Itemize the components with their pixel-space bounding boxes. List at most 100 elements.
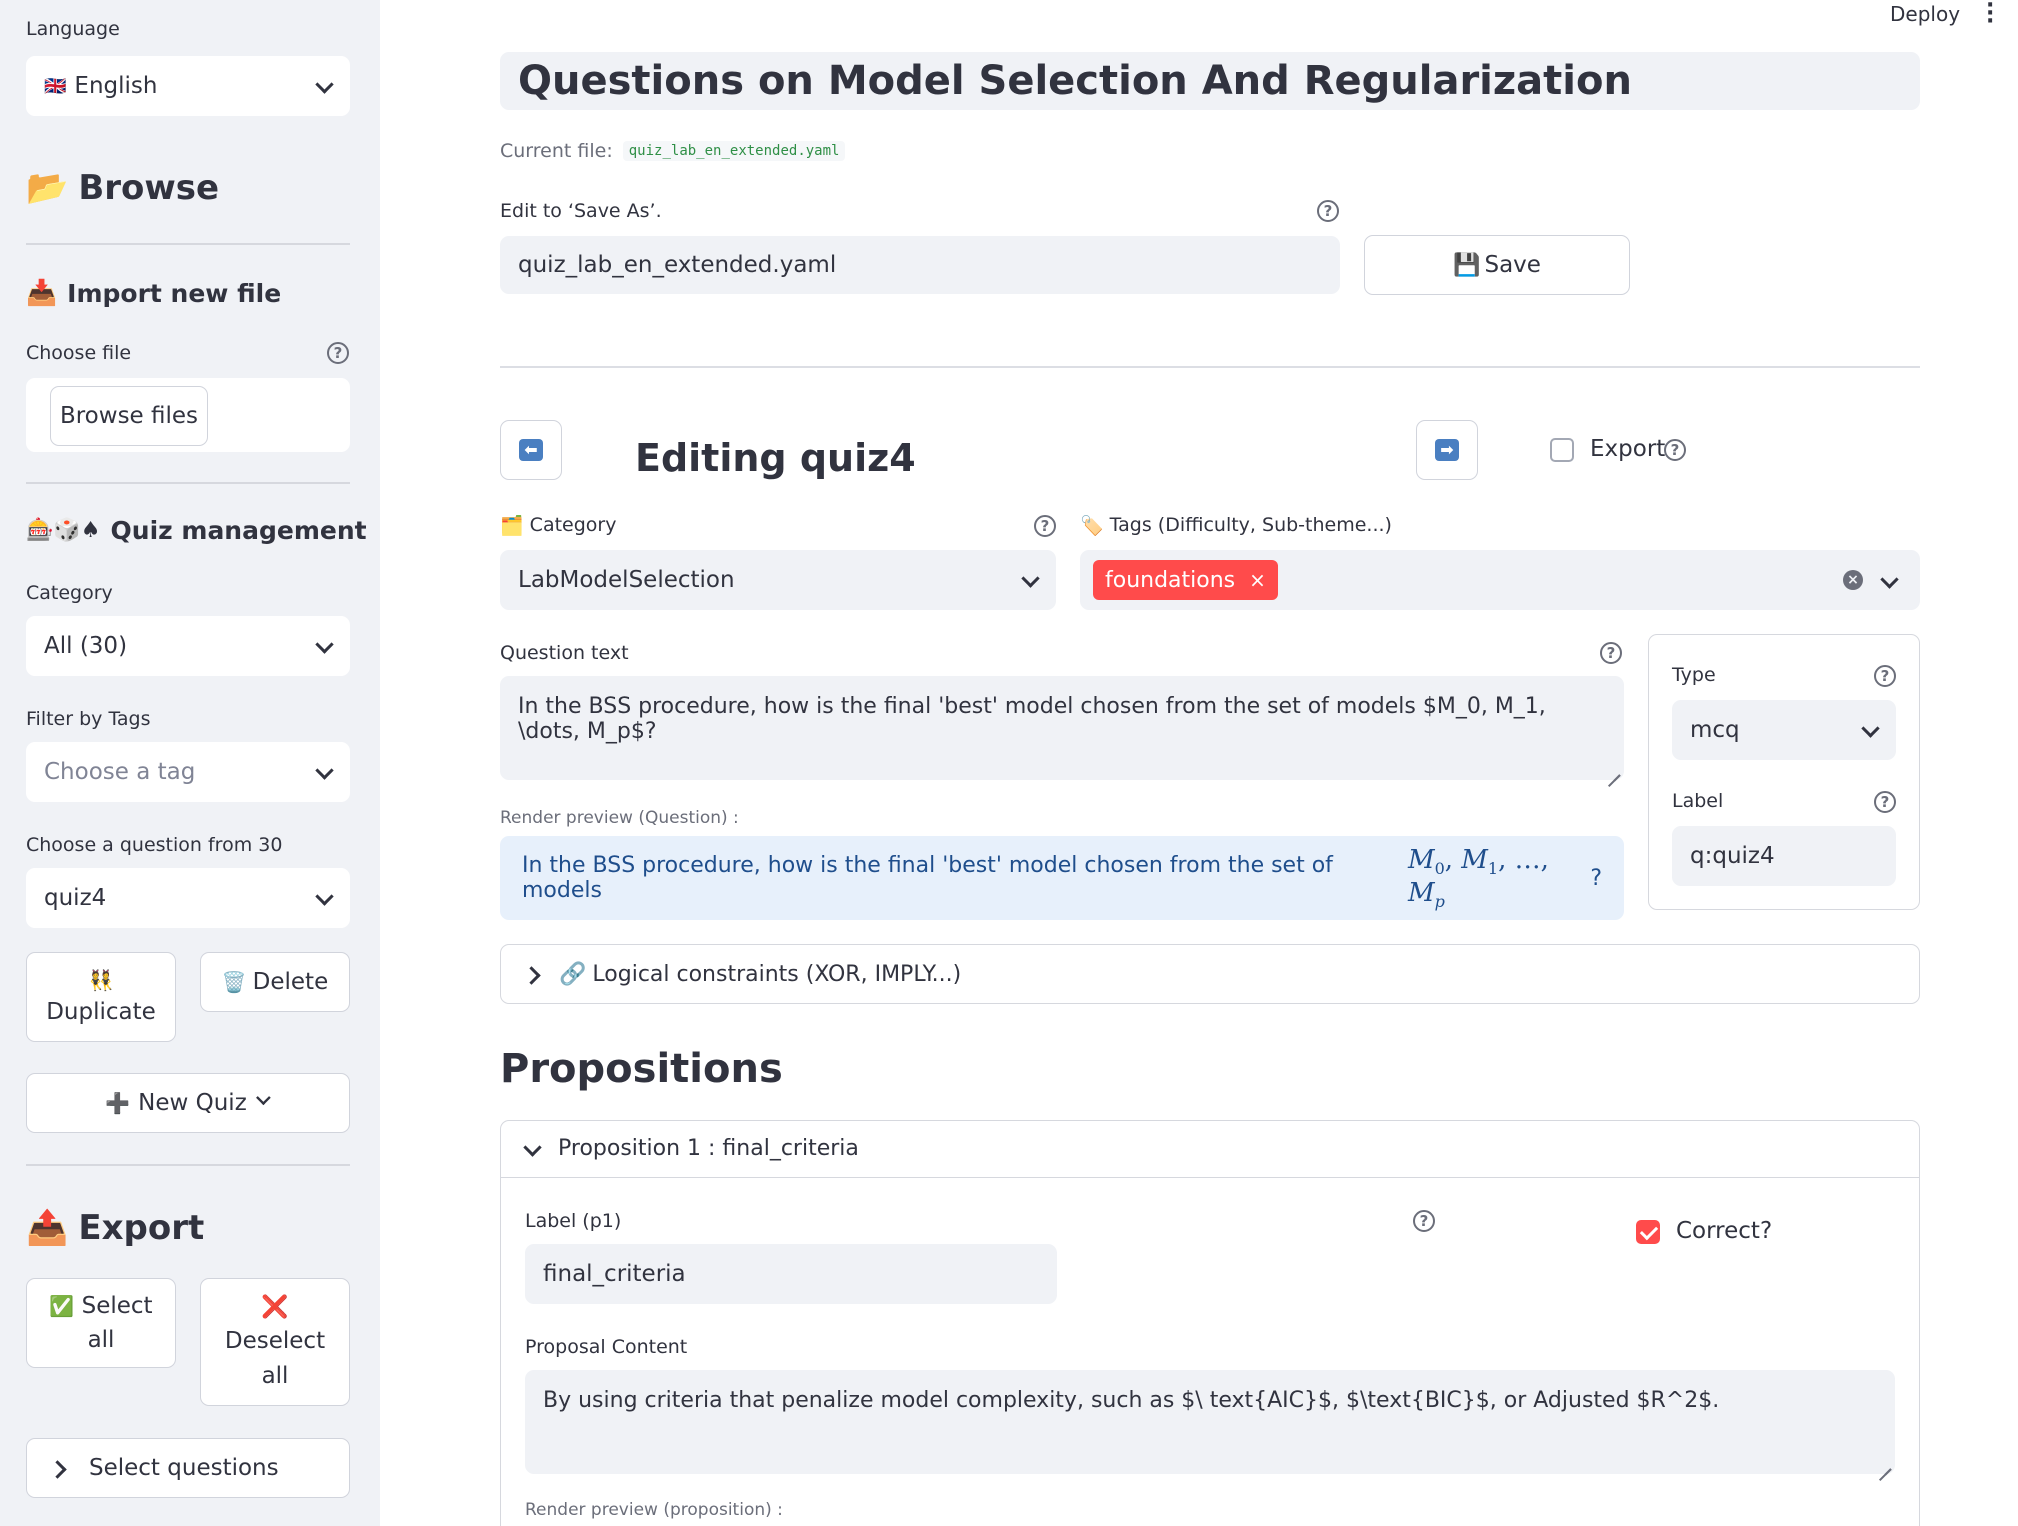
correct-checkbox[interactable] [1636, 1220, 1660, 1244]
uk-flag-icon: 🇬🇧 [44, 75, 67, 97]
category-label: Category [26, 582, 113, 604]
prop-label-label: Label (p1) [525, 1210, 622, 1232]
save-button[interactable]: 💾 Save [1364, 235, 1630, 295]
divider [26, 482, 350, 484]
chevron-down-icon [316, 890, 332, 906]
proposal-content-label: Proposal Content [525, 1336, 688, 1358]
browse-files-button[interactable]: Browse files [50, 386, 208, 446]
divider [26, 1164, 350, 1166]
deploy-button[interactable]: Deploy [1890, 2, 1960, 26]
chevron-down-icon [316, 764, 332, 780]
close-icon[interactable]: × [1249, 568, 1266, 592]
trash-icon: 🗑️ [221, 970, 247, 994]
question-text-area[interactable]: In the BSS procedure, how is the final '… [500, 676, 1624, 780]
save-as-label: Edit to ‘Save As’. [500, 200, 662, 222]
sidebar: Language 🇬🇧 English 📂 Browse 📥 Import ne… [0, 0, 380, 1526]
browse-heading: 📂 Browse [26, 168, 220, 208]
floppy-disk-icon: 💾 [1453, 252, 1481, 278]
main-content: Deploy · · · Questions on Model Selection … [380, 0, 2018, 1526]
more-menu-icon[interactable]: · · · [1986, 0, 1994, 33]
type-select[interactable]: mcq [1672, 700, 1896, 760]
help-icon[interactable]: ? [1600, 642, 1622, 664]
proposal-content-area[interactable]: By using criteria that penalize model co… [525, 1370, 1895, 1474]
chevron-down-icon [316, 638, 332, 654]
correct-label: Correct? [1676, 1218, 1773, 1244]
resize-handle-icon[interactable] [1877, 1456, 1891, 1470]
cross-mark-icon: ❌ [261, 1295, 289, 1320]
previous-button[interactable]: ⬅ [500, 420, 562, 480]
propositions-heading: Propositions [500, 1046, 783, 1092]
filter-tags-label: Filter by Tags [26, 708, 151, 730]
question-preview: In the BSS procedure, how is the final '… [500, 836, 1624, 920]
language-value: English [74, 73, 158, 99]
language-label: Language [26, 18, 120, 40]
arrow-left-icon: ⬅ [519, 439, 543, 461]
question-text-label: Question text [500, 642, 629, 664]
select-all-button[interactable]: ✅ Select all [26, 1278, 176, 1368]
next-button[interactable]: ➡ [1416, 420, 1478, 480]
help-icon[interactable]: ? [1664, 439, 1686, 461]
help-icon[interactable]: ? [1034, 515, 1056, 537]
proposition-1-header[interactable]: Proposition 1 : final_criteria [500, 1120, 1920, 1178]
chevron-down-icon [1862, 722, 1878, 738]
folder-icon: 📂 [26, 168, 69, 208]
outbox-tray-icon: 📤 [26, 1208, 69, 1248]
export-heading: 📤 Export [26, 1208, 205, 1248]
current-file-code: quiz_lab_en_extended.yaml [622, 141, 846, 161]
help-icon[interactable]: ? [1413, 1210, 1435, 1232]
chevron-down-icon [256, 1093, 269, 1106]
category-label: 🗂️ Category [500, 514, 617, 537]
prop-label-input[interactable]: final_criteria [525, 1244, 1057, 1304]
delete-button[interactable]: 🗑️ Delete [200, 952, 350, 1012]
label-tag-icon: 🏷️ [1080, 515, 1104, 537]
chevron-down-icon[interactable] [1881, 573, 1897, 589]
page-title[interactable]: Questions on Model Selection And Regular… [500, 52, 1920, 110]
category-select[interactable]: LabModelSelection [500, 550, 1056, 610]
deselect-all-button[interactable]: ❌ Deselect all [200, 1278, 350, 1406]
slot-dice-spade-icon: 🎰🎲♠ [26, 518, 101, 543]
help-icon[interactable]: ? [1317, 200, 1339, 222]
chevron-right-icon [525, 966, 541, 982]
language-select[interactable]: 🇬🇧 English [26, 56, 350, 116]
render-preview-label: Render preview (Question) : [500, 808, 739, 828]
chevron-down-icon [1022, 572, 1038, 588]
check-mark-icon: ✅ [49, 1293, 75, 1318]
select-questions-expander[interactable]: Select questions [26, 1438, 350, 1498]
choose-file-label: Choose file [26, 342, 132, 364]
quiz-management-heading: 🎰🎲♠ Quiz management [26, 516, 367, 545]
choose-question-label: Choose a question from 30 [26, 834, 283, 856]
export-checkbox[interactable] [1550, 438, 1574, 462]
plus-icon: ➕ [105, 1091, 131, 1115]
clear-all-icon[interactable]: × [1843, 570, 1863, 590]
resize-handle-icon[interactable] [1606, 762, 1620, 776]
tags-filter-select[interactable]: Choose a tag [26, 742, 350, 802]
current-file-row: Current file: quiz_lab_en_extended.yaml [500, 140, 846, 162]
duplicate-button[interactable]: 👯 Duplicate [26, 952, 176, 1042]
logical-constraints-expander[interactable]: 🔗 Logical constraints (XOR, IMPLY...) [500, 944, 1920, 1004]
chevron-down-icon [316, 78, 332, 94]
question-select[interactable]: quiz4 [26, 868, 350, 928]
tags-label: 🏷️ Tags (Difficulty, Sub-theme...) [1080, 514, 1392, 537]
export-label: Export [1590, 436, 1666, 462]
chevron-down-icon [524, 1141, 540, 1157]
type-label: Type [1672, 664, 1716, 686]
label-input[interactable]: q:quiz4 [1672, 826, 1896, 886]
new-quiz-button[interactable]: ➕ New Quiz [26, 1073, 350, 1133]
tag-chip-foundations[interactable]: foundations × [1093, 560, 1278, 600]
math-models: M0, M1, …, Mp [1407, 844, 1549, 912]
editing-title: Editing quiz4 [635, 436, 916, 480]
link-icon: 🔗 [559, 961, 587, 987]
label-label: Label [1672, 790, 1724, 812]
chevron-right-icon [51, 1460, 67, 1476]
inbox-tray-icon: 📥 [26, 278, 58, 307]
help-icon[interactable]: ? [1874, 665, 1896, 687]
duplicate-icon: 👯 [88, 967, 114, 992]
divider [26, 243, 350, 245]
category-select[interactable]: All (30) [26, 616, 350, 676]
arrow-right-icon: ➡ [1435, 439, 1459, 461]
card-index-dividers-icon: 🗂️ [500, 515, 524, 537]
save-as-input[interactable]: quiz_lab_en_extended.yaml [500, 236, 1340, 294]
help-icon[interactable]: ? [1874, 791, 1896, 813]
import-heading: 📥 Import new file [26, 278, 282, 308]
help-icon[interactable]: ? [327, 342, 349, 364]
